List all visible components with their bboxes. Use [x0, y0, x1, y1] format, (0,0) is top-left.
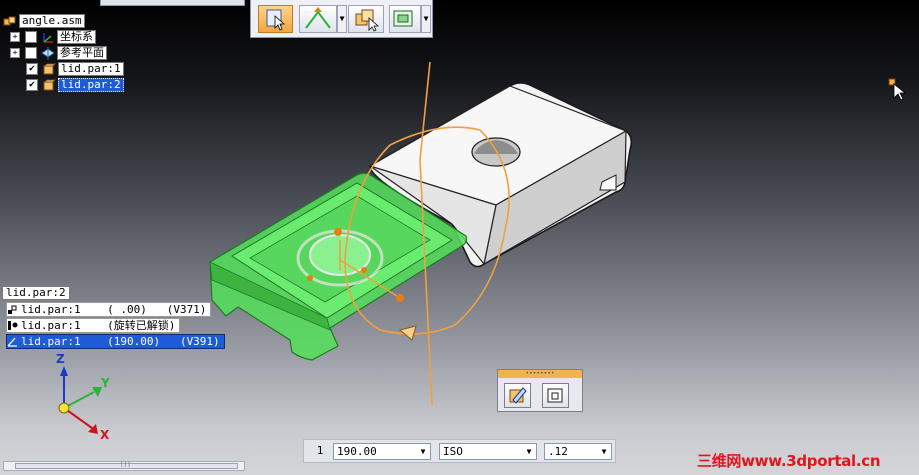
select-tool-button[interactable] [258, 5, 293, 33]
move-part-button[interactable] [348, 5, 384, 33]
watermark: 三维网www.3dportal.cn [697, 452, 881, 470]
axis-triad [58, 366, 102, 434]
visibility-checkbox[interactable]: ✔ [26, 63, 38, 75]
tree-item-coordinate-systems[interactable]: + 坐标系 [10, 30, 96, 44]
triad-z-label: Z [56, 352, 65, 366]
mouse-pointer-icon [893, 83, 907, 101]
expand-icon[interactable]: + [10, 32, 20, 42]
handle-mid[interactable] [361, 267, 367, 273]
edit-definition-icon [509, 387, 527, 404]
angle-value: 190.00 [337, 445, 377, 458]
relationship-row-text: lid.par:1 (旋转已解锁) [21, 319, 176, 332]
tree-item-label: lid.par:2 [58, 78, 124, 92]
display-options-icon [393, 10, 413, 27]
select-tool-icon [266, 9, 286, 31]
precision-value: .12 [548, 445, 568, 458]
relationship-row[interactable]: lid.par:1 (旋转已解锁) [6, 318, 181, 333]
tree-item-lid-part-2[interactable]: ✔ lid.par:2 [26, 78, 124, 92]
precision-select[interactable]: .12 ▼ [544, 443, 612, 460]
tree-item-label: 参考平面 [57, 46, 107, 60]
relationship-dropdown[interactable]: ▼ [337, 5, 347, 33]
edit-definition-button[interactable] [504, 383, 531, 408]
reference-plane-icon [41, 46, 55, 60]
expand-icon[interactable]: + [10, 48, 20, 58]
relationship-row-text: lid.par:1 (190.00) (V391) [21, 335, 220, 348]
move-part-icon [355, 9, 380, 32]
relationship-row-text: lid.par:1 ( .00) (V371) [21, 303, 207, 316]
tree-root[interactable]: angle.asm [3, 14, 85, 28]
dimension-standard-select[interactable]: ISO ▼ [439, 443, 537, 460]
relationship-row[interactable]: lid.par:1 ( .00) (V371) [6, 302, 212, 317]
command-toolbar: ▼ ▼ [250, 0, 433, 38]
triad-y-label: Y [101, 376, 110, 390]
relationship-panel-title: lid.par:2 [2, 286, 70, 300]
tree-item-reference-planes[interactable]: + 参考平面 [10, 46, 107, 60]
handle-left[interactable] [307, 275, 313, 281]
angle-relation-icon [7, 337, 17, 347]
tree-item-label: lid.par:1 [58, 62, 124, 76]
mini-toolbar-grip[interactable]: •••••••• [498, 370, 582, 378]
visibility-checkbox[interactable] [25, 47, 37, 59]
handle-top[interactable] [334, 228, 342, 236]
mini-toolbar: •••••••• [497, 369, 583, 412]
triad-x-label: X [100, 428, 110, 442]
relationship-icon [305, 7, 331, 29]
chevron-down-icon[interactable]: ▼ [597, 444, 611, 459]
tree-item-lid-part-1[interactable]: ✔ lid.par:1 [26, 62, 124, 76]
fixed-relation-icon [8, 305, 17, 314]
visibility-checkbox[interactable]: ✔ [26, 79, 38, 91]
assembly-icon [3, 16, 16, 25]
dimension-standard: ISO [443, 445, 463, 458]
angle-value-select[interactable]: 190.00 ▼ [333, 443, 431, 460]
scrollbar-grip-icon: ||| [120, 461, 131, 468]
tree-root-label: angle.asm [19, 14, 85, 28]
tree-item-label: 坐标系 [57, 30, 96, 44]
viewport-3d[interactable] [0, 0, 919, 475]
relationship-button[interactable] [299, 5, 337, 33]
command-bar: 1 190.00 ▼ ISO ▼ .12 ▼ [303, 439, 616, 463]
axial-align-icon [8, 321, 18, 330]
display-options-button[interactable] [389, 5, 421, 33]
toolbar-grip[interactable] [100, 0, 245, 6]
suppress-button[interactable] [542, 383, 569, 408]
part-icon [42, 63, 56, 74]
coordinate-system-icon [43, 32, 53, 43]
chevron-down-icon[interactable]: ▼ [522, 444, 536, 459]
chevron-down-icon[interactable]: ▼ [416, 444, 430, 459]
suppress-icon [547, 388, 563, 403]
handle-right[interactable] [396, 294, 404, 302]
part-icon [42, 79, 56, 90]
relationship-row-selected[interactable]: lid.par:1 (190.00) (V391) [6, 334, 225, 349]
visibility-checkbox[interactable] [25, 31, 37, 43]
step-number: 1 [316, 444, 324, 457]
horizontal-scrollbar[interactable]: ||| [3, 461, 245, 471]
display-options-dropdown[interactable]: ▼ [421, 5, 431, 33]
